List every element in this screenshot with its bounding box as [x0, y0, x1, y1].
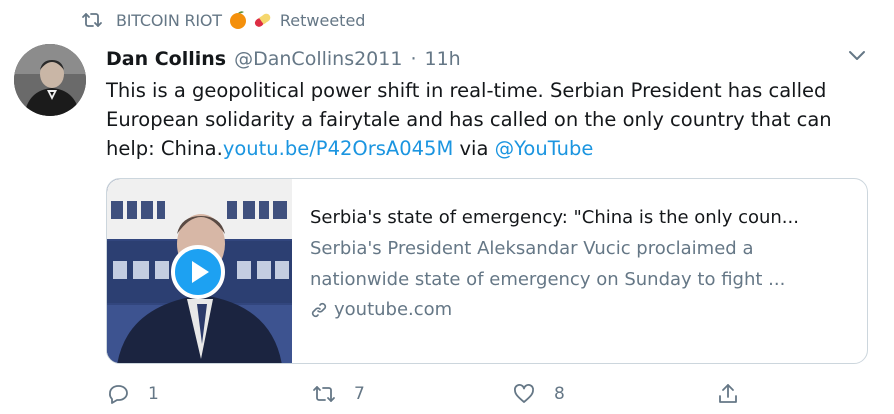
youtube-mention[interactable]: @YouTube — [495, 137, 594, 160]
pill-emoji — [252, 10, 274, 30]
retweet-icon — [313, 386, 335, 402]
reply-icon — [109, 385, 128, 404]
author-handle[interactable]: @DanCollins2011 — [234, 48, 402, 70]
card-thumbnail[interactable] — [107, 179, 292, 363]
card-domain: youtube.com — [310, 299, 853, 320]
link-preview-card[interactable]: Serbia's state of emergency: "China is t… — [106, 178, 868, 364]
retweet-button[interactable]: 7 — [312, 382, 365, 406]
retweet-icon — [80, 11, 104, 29]
tweet-link[interactable]: youtu.be/P42OrsA045M — [223, 137, 453, 160]
reply-button[interactable]: 1 — [106, 382, 159, 406]
like-count: 8 — [554, 384, 565, 404]
tweet-text: This is a geopolitical power shift in re… — [106, 76, 876, 163]
link-icon — [310, 301, 328, 319]
separator-dot: · — [410, 48, 417, 70]
reply-count: 1 — [148, 384, 159, 404]
like-button[interactable]: 8 — [512, 382, 565, 406]
chevron-down-icon[interactable] — [846, 44, 868, 66]
retweeter-name[interactable]: BITCOIN RIOT — [116, 11, 222, 30]
orange-emoji — [228, 10, 248, 30]
share-button[interactable] — [716, 382, 740, 406]
tweet-timestamp[interactable]: 11h — [425, 48, 461, 70]
tweet-actions: 1 7 8 — [106, 382, 846, 410]
card-body[interactable]: Serbia's state of emergency: "China is t… — [292, 179, 867, 363]
card-description: Serbia's President Aleksandar Vucic proc… — [310, 238, 786, 290]
retweet-count: 7 — [354, 384, 365, 404]
avatar[interactable] — [14, 44, 86, 116]
card-title: Serbia's state of emergency: "China is t… — [310, 207, 799, 228]
play-button-icon[interactable] — [171, 245, 225, 299]
card-domain-text: youtube.com — [334, 299, 453, 320]
author-name[interactable]: Dan Collins — [106, 48, 226, 70]
retweet-context: BITCOIN RIOT Retweeted — [80, 8, 365, 32]
tweet-header: Dan Collins @DanCollins2011 · 11h — [106, 44, 461, 74]
retweeted-label: Retweeted — [279, 10, 366, 30]
heart-icon — [514, 384, 534, 403]
via-text: via — [453, 137, 495, 160]
share-icon — [719, 384, 737, 403]
